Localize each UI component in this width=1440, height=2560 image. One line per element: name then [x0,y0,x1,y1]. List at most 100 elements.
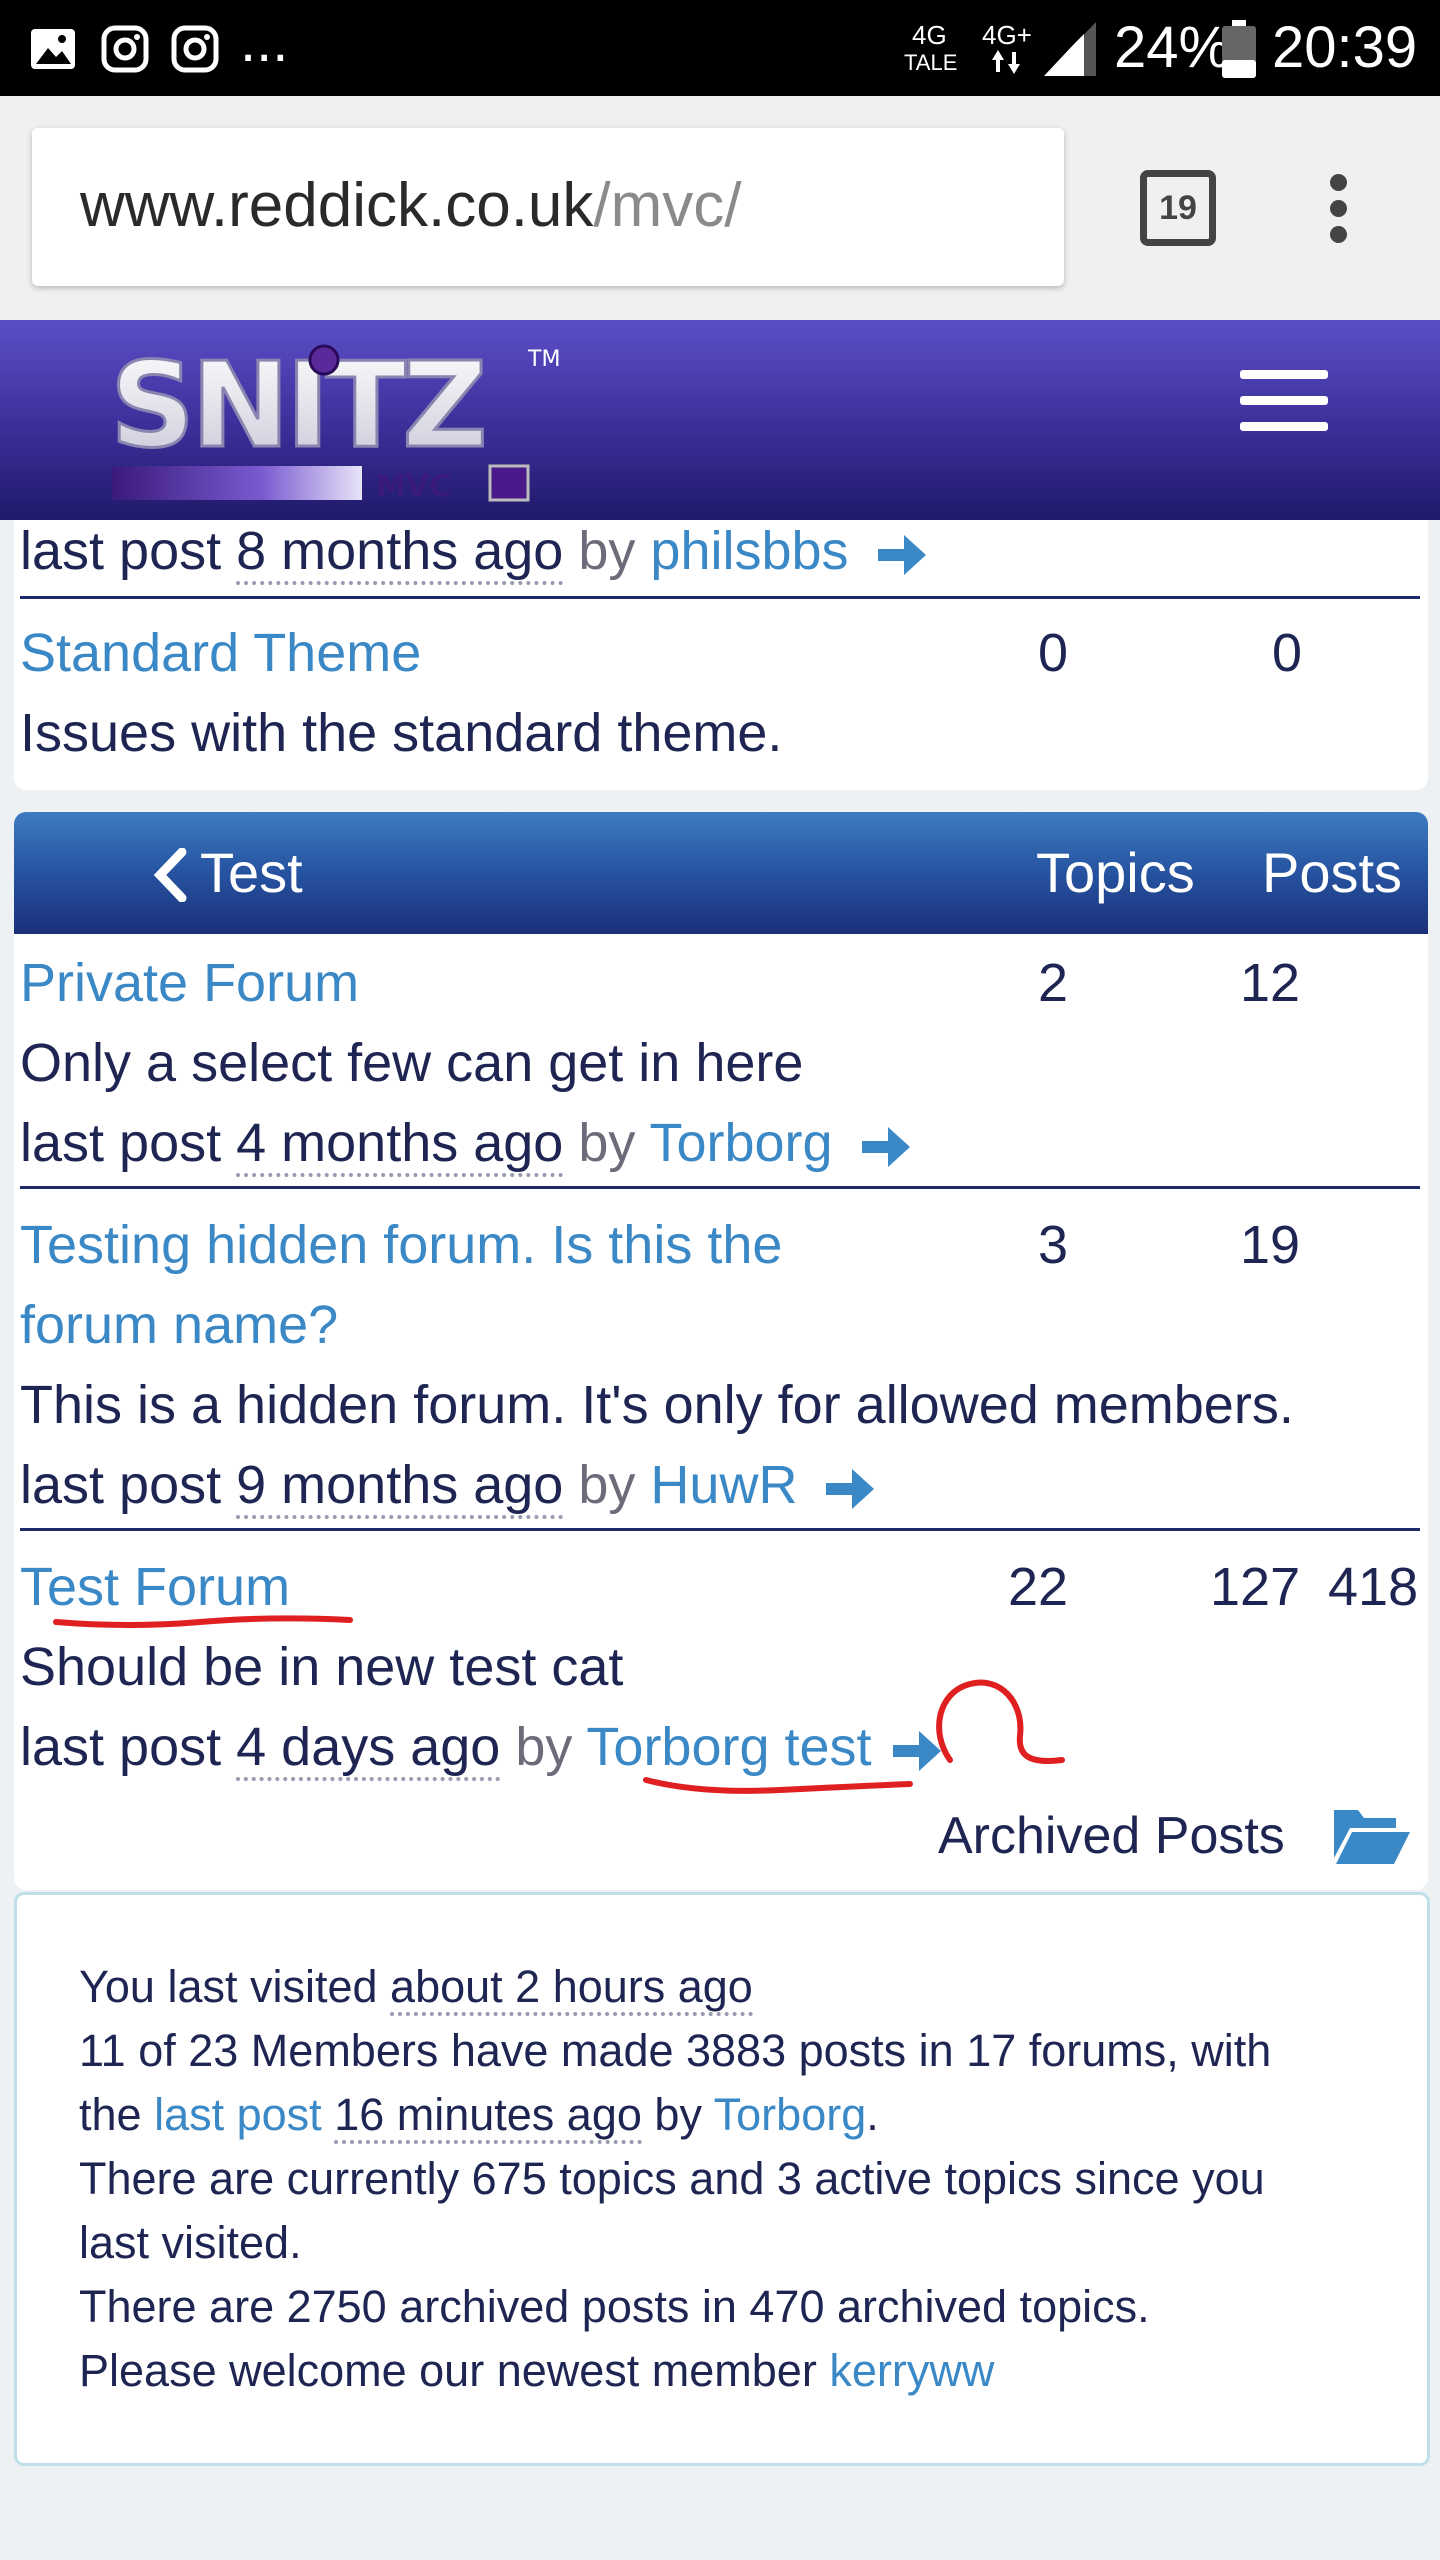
posts-count: 127 [1210,1557,1301,1617]
forum-name-testing-hidden-forum[interactable]: Testing hidden forum. Is this the [20,1214,782,1276]
svg-text:SNITZ: SNITZ [110,338,484,474]
last-post-line: last post 9 months ago by HuwR [20,1454,876,1519]
by-label: by [515,1717,573,1777]
svg-text:TM: TM [527,347,560,372]
topics-count: 2 [1038,953,1069,1013]
forum-description: This is a hidden forum. It's only for al… [20,1375,1294,1435]
last-post-user-link[interactable]: philsbbs [650,521,848,581]
last-post-link[interactable]: last post [154,2089,322,2140]
online-section-heading-partial: ​ [20,2530,140,2560]
last-visited-time: about 2 hours ago [390,1961,753,2016]
divider [20,1186,1420,1189]
red-underline-annotation [53,1615,353,1628]
forum-name-private-forum[interactable]: Private Forum [20,952,359,1014]
tab-switcher-button[interactable]: 19 [1140,170,1216,246]
url-host: www.reddick.co.uk [80,171,594,240]
chevron-left-icon[interactable] [152,848,188,902]
by-label: by [578,1113,636,1173]
menu-dot [1330,226,1347,243]
topics-count: 22 [1008,1557,1069,1617]
archived-posts-label: Archived Posts [938,1807,1285,1865]
go-to-last-post-icon[interactable] [822,1465,876,1513]
by-label: by [578,1455,636,1515]
newest-member-link[interactable]: kerryww [829,2345,994,2396]
forum-name-testing-hidden-forum-cont[interactable]: forum name? [20,1294,338,1356]
category-title[interactable]: Test [200,840,303,905]
instagram-notification-icon [171,25,219,73]
last-post-line: last post 4 days ago by Torborg test [20,1716,943,1781]
by-label: by [578,521,636,581]
browser-menu-button[interactable] [1330,174,1350,244]
signal-strength-icon [1044,22,1096,76]
archived-posts-link[interactable]: Archived Posts [938,1806,1285,1866]
battery-percentage: 24% [1114,15,1231,80]
forum-description: Should be in new test cat [20,1637,624,1697]
last-post-user-link[interactable]: Torborg [649,1113,832,1173]
forum-description: Issues with the standard theme. [20,703,783,763]
last-post-label: last post [20,1717,222,1777]
instagram-notification-icon [101,25,149,73]
column-header-posts: Posts [1262,841,1403,904]
by-label: by [654,2089,702,2140]
forum-name-standard-theme[interactable]: Standard Theme [20,622,421,684]
last-post-user-link[interactable]: Torborg [714,2089,867,2140]
network-type-secondary: 4G+ [982,20,1032,50]
url-path: /mvc/ [593,171,742,240]
period: . [866,2089,879,2140]
stats-last-post: the last post 16 minutes ago by Torborg. [79,2089,879,2144]
stats-topics-cont: last visited. [79,2217,302,2268]
data-arrows-icon [992,50,1020,74]
last-post-time: 9 months ago [236,1455,564,1519]
hamburger-menu-bar[interactable] [1240,396,1328,405]
snitz-logo[interactable]: SNITZ MVC TM [110,338,570,508]
last-post-label: last post [20,1455,222,1515]
browser-toolbar: www.reddick.co.uk/mvc/ 19 [0,96,1440,320]
menu-dot [1330,174,1347,191]
stats-topics: There are currently 675 topics and 3 act… [79,2153,1265,2204]
red-circle-annotation [936,1679,1065,1764]
forum-name-test-forum[interactable]: Test Forum [20,1556,290,1618]
stats-members-posts: 11 of 23 Members have made 3883 posts in… [79,2025,1272,2076]
go-to-last-post-icon[interactable] [874,531,928,579]
stats-text: the [79,2089,142,2140]
network-type: 4G [912,20,947,50]
topics-count: 0 [1038,623,1069,683]
divider [20,1528,1420,1531]
battery-icon [1222,20,1256,78]
folder-open-icon[interactable] [1332,1804,1412,1866]
last-post-user-link[interactable]: Torborg test [586,1717,871,1777]
network-carrier: TALE [904,50,958,75]
last-post-line: last post 8 months ago by philsbbs [20,520,928,585]
last-post-line: last post 4 months ago by Torborg [20,1112,912,1177]
topics-count: 3 [1038,1215,1069,1275]
stats-text: Please welcome our newest member [79,2345,817,2396]
url-field[interactable]: www.reddick.co.uk/mvc/ [32,128,1064,286]
category-header: Test Topics Posts [14,812,1428,934]
site-header: SNITZ MVC TM [0,320,1440,520]
last-post-label: last post [20,1113,222,1173]
column-header-topics: Topics [1036,841,1195,904]
svg-text:MVC: MVC [376,469,451,504]
forum-description: Only a select few can get in here [20,1033,804,1093]
divider [20,596,1420,599]
hamburger-menu-bar[interactable] [1240,370,1328,379]
menu-dot [1330,200,1347,217]
gallery-notification-icon [31,29,75,69]
posts-count: 12 [1240,953,1301,1013]
stats-text: You last visited [79,1961,378,2012]
url-text[interactable]: www.reddick.co.uk/mvc/ [80,170,742,241]
last-post-time: 8 months ago [236,521,564,585]
stats-newest-member: Please welcome our newest member kerryww [79,2345,994,2397]
go-to-last-post-icon[interactable] [858,1123,912,1171]
posts-count: 19 [1240,1215,1301,1275]
last-post-user-link[interactable]: HuwR [650,1455,797,1515]
last-post-time: 4 months ago [236,1113,564,1177]
clock: 20:39 [1272,15,1418,80]
stats-archived: There are 2750 archived posts in 470 arc… [79,2281,1150,2332]
last-post-time: 4 days ago [236,1717,501,1781]
last-post-label: last post [20,521,222,581]
forum-statistics-panel: You last visited about 2 hours ago 11 of… [14,1892,1430,2466]
more-notifications-indicator: ... [240,9,289,74]
hamburger-menu-bar[interactable] [1240,422,1328,431]
stats-last-visited: You last visited about 2 hours ago [79,1961,753,2016]
